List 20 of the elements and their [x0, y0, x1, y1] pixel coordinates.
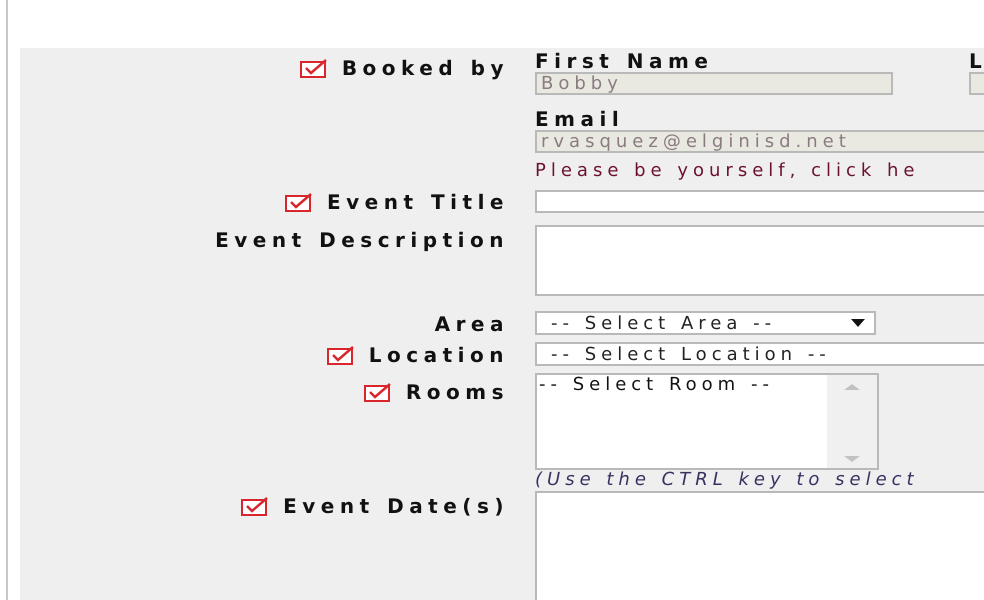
hint-text: (Use the CTRL key to select	[535, 470, 920, 490]
field-label: L	[969, 50, 984, 72]
field-label: Event Description	[215, 228, 509, 252]
dropdown[interactable]: -- Select Location --	[535, 342, 984, 366]
notice-text: Please be yourself, click he	[535, 160, 920, 182]
field-label: Booked by	[342, 56, 509, 80]
list-box[interactable]: -- Select Room --	[535, 373, 879, 470]
list-option[interactable]: -- Select Room --	[539, 375, 827, 395]
field-label: Email	[535, 108, 626, 130]
field-label: Event Title	[326, 190, 509, 214]
field-label: Location	[368, 343, 509, 367]
scrollbar[interactable]	[827, 375, 877, 468]
field-label: Area	[434, 312, 509, 336]
field-label: Rooms	[406, 380, 509, 404]
dropdown-arrow-icon	[850, 318, 866, 328]
scroll-down-icon[interactable]	[843, 455, 861, 463]
field-label: Event Date(s)	[283, 494, 509, 518]
dropdown[interactable]: -- Select Area --	[535, 311, 876, 335]
field-label: First Name	[535, 50, 714, 72]
scroll-up-icon[interactable]	[843, 383, 861, 391]
